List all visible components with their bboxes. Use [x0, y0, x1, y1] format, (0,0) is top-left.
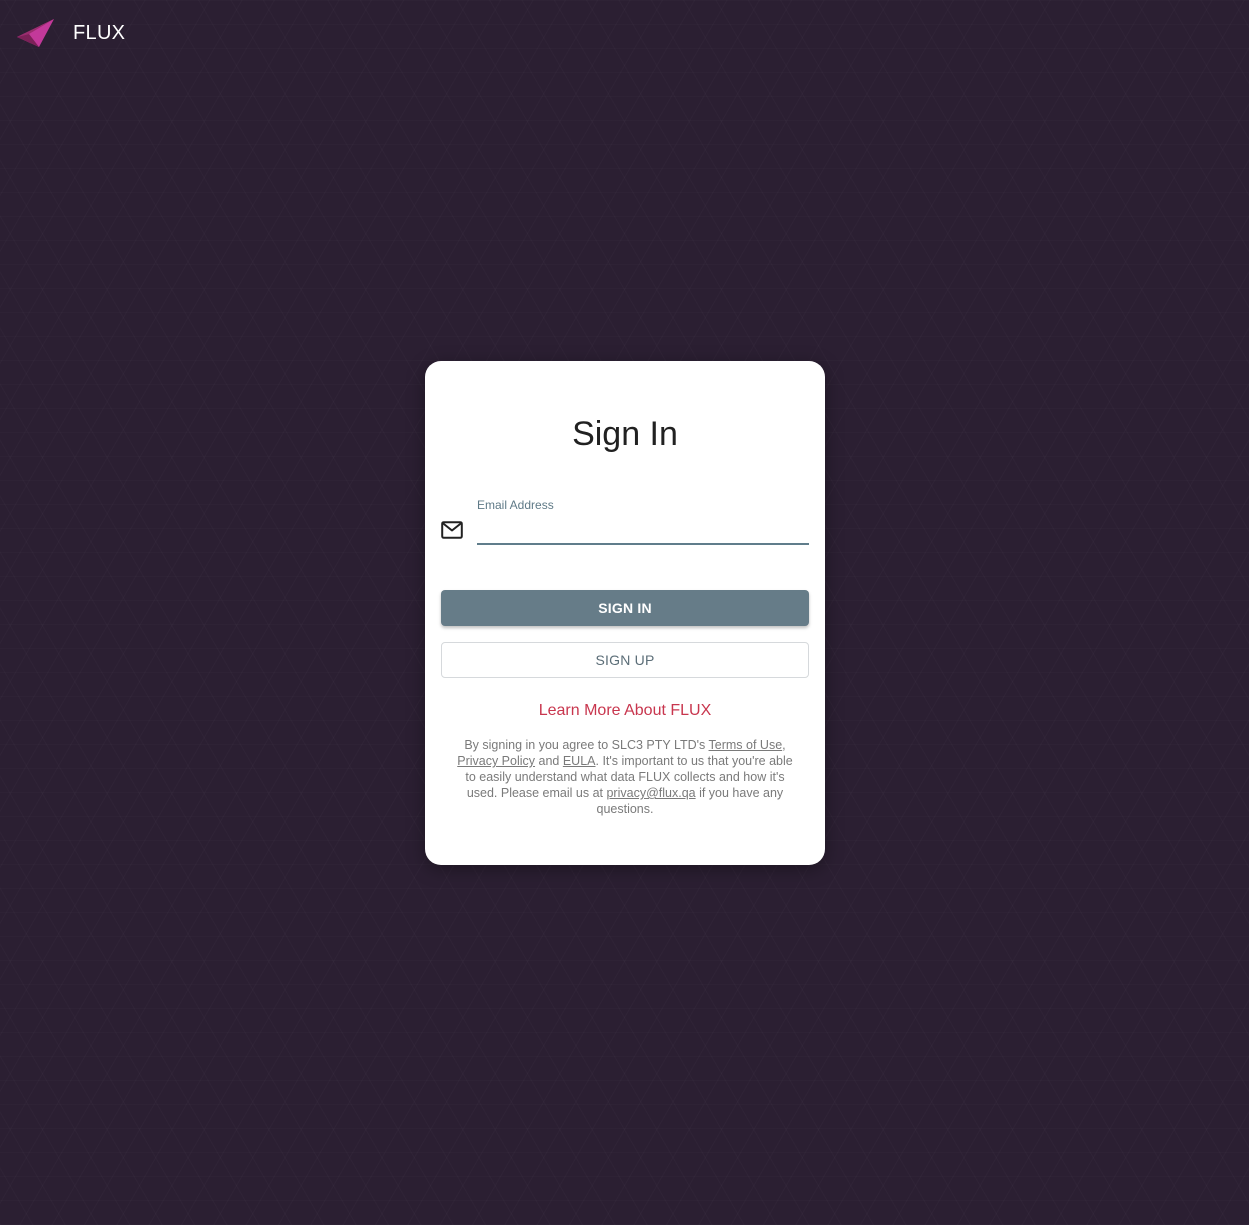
page-title: Sign In	[572, 415, 678, 453]
mail-icon	[441, 521, 463, 539]
sign-in-button[interactable]: SIGN IN	[441, 590, 809, 626]
terms-of-use-link[interactable]: Terms of Use	[709, 738, 783, 752]
legal-text-3: and	[535, 754, 563, 768]
email-field-group: Email Address	[477, 498, 809, 545]
email-field-label: Email Address	[477, 498, 554, 512]
learn-more-link[interactable]: Learn More About FLUX	[425, 702, 825, 720]
legal-notice: By signing in you agree to SLC3 PTY LTD'…	[455, 737, 795, 817]
sign-up-button[interactable]: SIGN UP	[441, 642, 809, 678]
privacy-email-link[interactable]: privacy@flux.qa	[606, 786, 695, 800]
brand-name: FLUX	[73, 21, 126, 44]
legal-text-2: ,	[782, 738, 786, 752]
email-input[interactable]	[477, 517, 809, 545]
legal-text-1: By signing in you agree to SLC3 PTY LTD'…	[464, 738, 709, 752]
eula-link[interactable]: EULA	[563, 754, 596, 768]
sign-in-card: Sign In Email Address SIGN IN SIGN UP Le…	[425, 361, 825, 865]
brand-header[interactable]: FLUX	[16, 16, 125, 50]
flux-logo	[17, 19, 54, 47]
privacy-policy-link[interactable]: Privacy Policy	[457, 754, 535, 768]
